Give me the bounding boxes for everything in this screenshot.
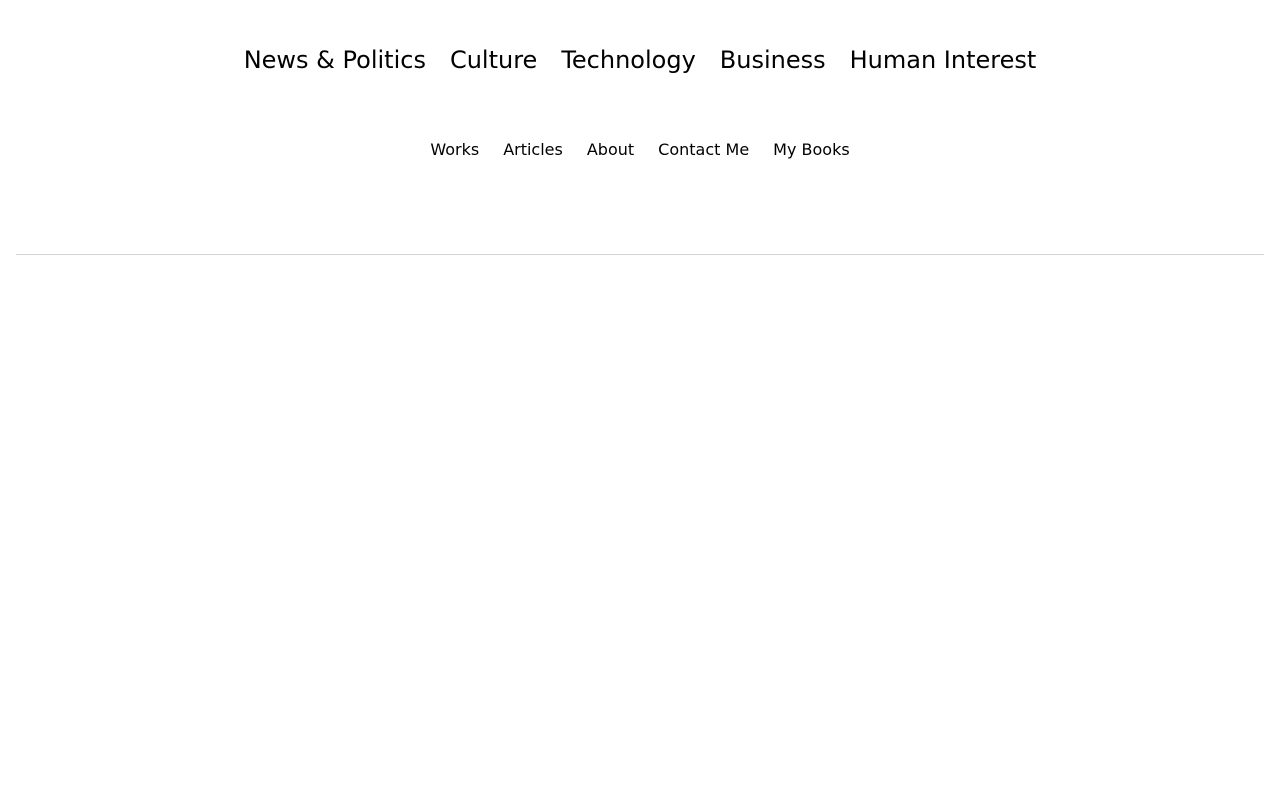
site-nav: Works Articles About Contact Me My Books xyxy=(0,139,1280,161)
nav-link-about[interactable]: About xyxy=(587,139,634,161)
category-link-news-politics[interactable]: News & Politics xyxy=(244,44,426,76)
page: News & Politics Culture Technology Busin… xyxy=(0,0,1280,800)
category-nav: News & Politics Culture Technology Busin… xyxy=(0,44,1280,76)
nav-link-contact-me[interactable]: Contact Me xyxy=(658,139,749,161)
nav-link-works[interactable]: Works xyxy=(430,139,479,161)
category-link-business[interactable]: Business xyxy=(720,44,826,76)
nav-link-my-books[interactable]: My Books xyxy=(773,139,850,161)
header-divider xyxy=(16,254,1264,255)
nav-link-articles[interactable]: Articles xyxy=(503,139,563,161)
category-link-human-interest[interactable]: Human Interest xyxy=(850,44,1037,76)
category-link-technology[interactable]: Technology xyxy=(561,44,695,76)
category-link-culture[interactable]: Culture xyxy=(450,44,537,76)
